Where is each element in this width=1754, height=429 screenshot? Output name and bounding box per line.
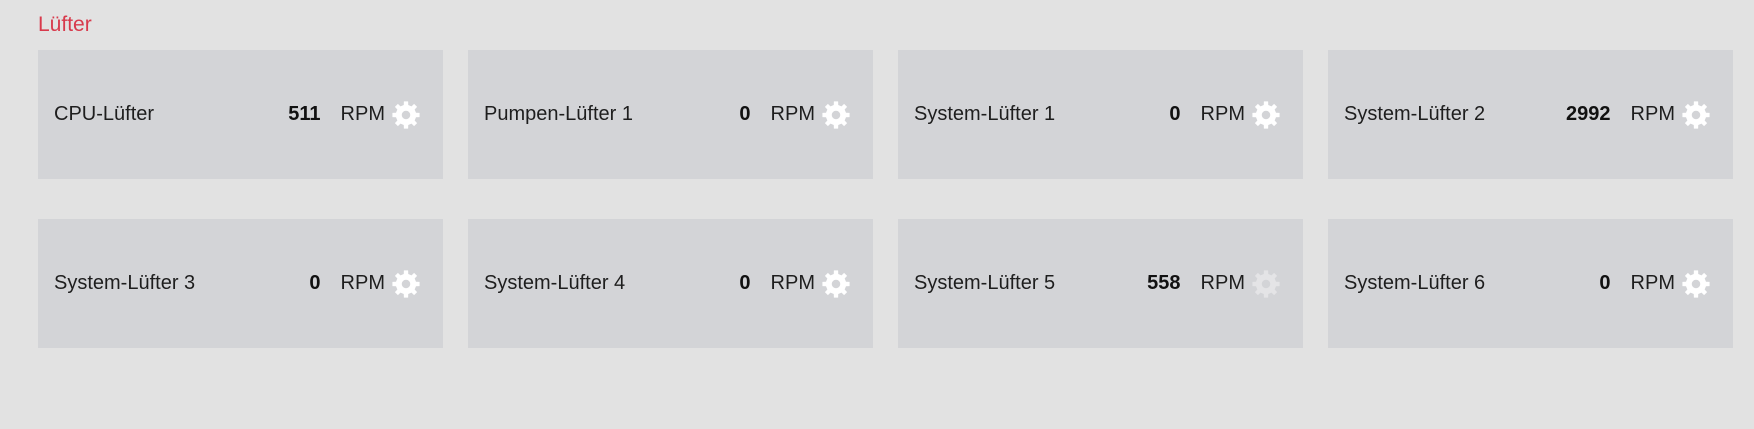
gear-icon (822, 100, 850, 129)
fan-rpm-unit: RPM (770, 272, 815, 294)
fan-rpm-value: 0 (1599, 272, 1611, 294)
fan-settings-button[interactable] (1681, 269, 1711, 299)
fan-rpm-readout: 511 RPM (288, 50, 385, 179)
fan-rpm-unit: RPM (1200, 103, 1245, 125)
fan-rpm-value: 558 (1147, 272, 1181, 294)
fan-rpm-readout: 0 RPM (309, 219, 385, 348)
fan-settings-button[interactable] (1251, 100, 1281, 130)
fan-name: CPU-Lüfter (54, 103, 155, 125)
fan-rpm-readout: 2992 RPM (1566, 50, 1675, 179)
fan-rpm-readout: 0 RPM (739, 50, 815, 179)
fan-rpm-unit: RPM (770, 103, 815, 125)
fan-settings-button[interactable] (391, 100, 421, 130)
fan-settings-button[interactable] (1251, 269, 1281, 299)
fan-settings-button[interactable] (821, 100, 851, 130)
fan-name: System-Lüfter 4 (484, 272, 626, 294)
fan-card-system-4: System-Lüfter 4 0 RPM (468, 219, 873, 348)
fan-rpm-value: 511 (288, 103, 321, 125)
fan-settings-button[interactable] (1681, 100, 1711, 130)
fan-name: Pumpen-Lüfter 1 (484, 103, 633, 125)
fan-card-system-5: System-Lüfter 5 558 RPM (898, 219, 1303, 348)
fan-card-cpu: CPU-Lüfter 511 RPM (38, 50, 443, 179)
fan-rpm-value: 0 (1169, 103, 1181, 125)
gear-icon (392, 100, 420, 129)
fan-card-system-2: System-Lüfter 2 2992 RPM (1328, 50, 1733, 179)
fan-card-system-3: System-Lüfter 3 0 RPM (38, 219, 443, 348)
fan-rpm-readout: 0 RPM (739, 219, 815, 348)
gear-icon (1252, 269, 1280, 298)
fan-rpm-value: 0 (309, 272, 321, 294)
fan-name: System-Lüfter 6 (1344, 272, 1486, 294)
fan-name: System-Lüfter 1 (914, 103, 1056, 125)
fan-settings-button[interactable] (821, 269, 851, 299)
fan-rpm-value: 0 (739, 272, 751, 294)
gear-icon (1252, 100, 1280, 129)
fan-rpm-unit: RPM (1630, 103, 1675, 125)
fan-rpm-readout: 0 RPM (1599, 219, 1675, 348)
fan-rpm-value: 2992 (1566, 103, 1611, 125)
fan-rpm-unit: RPM (1630, 272, 1675, 294)
fan-rpm-readout: 0 RPM (1169, 50, 1245, 179)
gear-icon (392, 269, 420, 298)
fan-name: System-Lüfter 3 (54, 272, 196, 294)
fan-rpm-value: 0 (739, 103, 751, 125)
fan-settings-button[interactable] (391, 269, 421, 299)
fan-rpm-unit: RPM (340, 103, 385, 125)
fan-rpm-unit: RPM (1200, 272, 1245, 294)
fan-card-system-6: System-Lüfter 6 0 RPM (1328, 219, 1733, 348)
fan-card-system-1: System-Lüfter 1 0 RPM (898, 50, 1303, 179)
fan-name: System-Lüfter 2 (1344, 103, 1486, 125)
gear-icon (1682, 100, 1710, 129)
gear-icon (1682, 269, 1710, 298)
fan-name: System-Lüfter 5 (914, 272, 1056, 294)
fan-card-pump-1: Pumpen-Lüfter 1 0 RPM (468, 50, 873, 179)
fan-rpm-unit: RPM (340, 272, 385, 294)
section-title: Lüfter (38, 13, 92, 36)
fan-grid: CPU-Lüfter 511 RPM Pumpen-Lüfter 1 0 RPM… (38, 50, 1733, 348)
gear-icon (822, 269, 850, 298)
fan-rpm-readout: 558 RPM (1147, 219, 1245, 348)
